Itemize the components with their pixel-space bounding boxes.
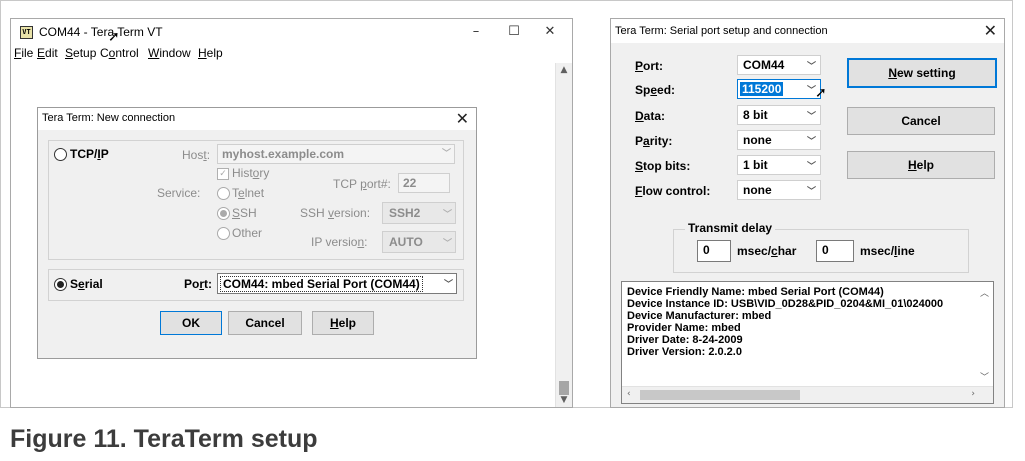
service-label: Service: <box>157 186 201 200</box>
data-field-label: Data: <box>635 109 666 123</box>
chevron-down-icon: ﹀ <box>806 62 816 72</box>
ssh-label: SSH <box>232 206 257 220</box>
minimize-button[interactable]: – <box>461 22 491 42</box>
line-delay-unit: msec/line <box>860 244 915 258</box>
ok-button[interactable]: OK <box>160 311 222 335</box>
chevron-down-icon: ﹀ <box>442 239 452 249</box>
chevron-down-icon: ﹀ <box>806 137 816 147</box>
menu-window[interactable]: Window <box>148 46 191 60</box>
info-scroll-thumb[interactable] <box>640 390 800 400</box>
help-button[interactable]: Help <box>312 311 374 335</box>
device-info-box[interactable]: Device Friendly Name: mbed Serial Port (… <box>621 281 994 404</box>
menu-help[interactable]: Help <box>198 46 223 60</box>
serial-setup-close-button[interactable]: ✕ <box>984 21 997 40</box>
flow-control-field-label: Flow control: <box>635 184 711 198</box>
port-combo[interactable]: COM44 ﹀ <box>737 55 821 75</box>
chevron-down-icon: ﹀ <box>806 112 816 122</box>
stop-bits-field-label: Stop bits: <box>635 159 691 173</box>
cancel-button[interactable]: Cancel <box>847 107 995 135</box>
info-horizontal-scrollbar[interactable]: ‹ › <box>622 386 993 403</box>
scroll-right-icon[interactable]: › <box>971 389 975 399</box>
new-connection-title: Tera Term: New connection <box>42 112 176 124</box>
close-button[interactable]: ✕ <box>535 22 565 42</box>
chevron-down-icon: ﹀ <box>806 162 816 172</box>
parity-combo[interactable]: none ﹀ <box>737 130 821 150</box>
tcpip-label: TCP/IP <box>70 147 109 161</box>
chevron-down-icon: ﹀ <box>806 187 816 197</box>
ssh-radio[interactable] <box>217 207 230 220</box>
maximize-button[interactable]: ☐ <box>499 22 529 42</box>
serial-label: Serial <box>70 277 103 291</box>
device-instance-id: Device Instance ID: USB\VID_0D28&PID_020… <box>627 298 944 310</box>
telnet-radio[interactable] <box>217 187 230 200</box>
vertical-scrollbar[interactable]: ▲ ▼ <box>555 63 572 407</box>
speed-field-label: Speed: <box>635 83 676 97</box>
new-connection-dialog: Tera Term: New connection ✕ TCP/IP Host:… <box>37 107 477 359</box>
info-scroll-down-icon[interactable]: ﹀ <box>980 370 989 383</box>
menu-setup[interactable]: Setup <box>65 46 96 60</box>
info-scroll-up-icon[interactable]: ︿ <box>980 286 989 299</box>
stop-bits-combo[interactable]: 1 bit ﹀ <box>737 155 821 175</box>
serial-setup-title: Tera Term: Serial port setup and connect… <box>615 25 828 37</box>
menu-file[interactable]: File <box>14 46 33 60</box>
scroll-thumb[interactable] <box>559 381 569 395</box>
flow-control-combo[interactable]: none ﹀ <box>737 180 821 200</box>
figure-caption: Figure 11. TeraTerm setup <box>10 425 318 453</box>
char-delay-input[interactable]: 0 <box>697 240 731 262</box>
port-field-label: Port: <box>635 59 664 73</box>
tera-term-main-window: VT COM44 - Tera Term VT – ☐ ✕ ➚ File Edi… <box>10 18 573 408</box>
tcp-port-field[interactable]: 22 <box>398 173 450 193</box>
new-connection-title-bar: Tera Term: New connection ✕ <box>38 108 476 130</box>
host-combo[interactable]: myhost.example.com ﹀ <box>217 144 455 164</box>
new-connection-close-button[interactable]: ✕ <box>456 109 469 128</box>
tcpip-radio[interactable] <box>54 148 67 161</box>
speed-combo[interactable]: 115200 ﹀ <box>737 79 821 99</box>
scroll-up-arrow-icon[interactable]: ▲ <box>556 65 572 75</box>
mouse-pointer-icon: ➚ <box>815 85 827 101</box>
chevron-down-icon: ﹀ <box>442 210 452 220</box>
tcp-port-label: TCP port#: <box>333 177 391 191</box>
provider-name: Provider Name: mbed <box>627 322 741 334</box>
ssh-version-label: SSH version: <box>300 206 371 220</box>
driver-version: Driver Version: 2.0.2.0 <box>627 346 742 358</box>
ip-version-combo[interactable]: AUTO ﹀ <box>382 231 456 253</box>
data-combo[interactable]: 8 bit ﹀ <box>737 105 821 125</box>
device-friendly-name: Device Friendly Name: mbed Serial Port (… <box>627 286 884 298</box>
cancel-button[interactable]: Cancel <box>228 311 302 335</box>
other-radio[interactable] <box>217 227 230 240</box>
serial-radio[interactable] <box>54 278 67 291</box>
driver-date: Driver Date: 8-24-2009 <box>627 334 743 346</box>
serial-port-setup-dialog: Tera Term: Serial port setup and connect… <box>610 18 1005 408</box>
port-combo[interactable]: COM44: mbed Serial Port (COM44) ﹀ <box>217 273 457 294</box>
ip-version-label: IP version: <box>311 235 368 249</box>
menu-control[interactable]: Control <box>100 46 139 60</box>
char-delay-unit: msec/char <box>737 244 797 258</box>
parity-field-label: Parity: <box>635 134 673 148</box>
title-bar: VT COM44 - Tera Term VT – ☐ ✕ <box>11 19 572 45</box>
tera-term-app-icon: VT <box>20 26 33 39</box>
help-button[interactable]: Help <box>847 151 995 179</box>
transmit-delay-label: Transmit delay <box>685 221 776 235</box>
scroll-down-arrow-icon[interactable]: ▼ <box>556 395 572 405</box>
window-title: COM44 - Tera Term VT <box>39 25 163 39</box>
new-setting-button[interactable]: New setting <box>847 58 997 88</box>
serial-setup-title-bar: Tera Term: Serial port setup and connect… <box>611 19 1004 43</box>
chevron-down-icon: ﹀ <box>443 280 453 290</box>
line-delay-input[interactable]: 0 <box>816 240 854 262</box>
chevron-down-icon: ﹀ <box>441 149 451 159</box>
telnet-label: Telnet <box>232 186 265 200</box>
mouse-pointer-icon: ➚ <box>108 29 120 45</box>
port-label: Port: <box>184 277 213 291</box>
menu-bar: File Edit Setup Control Window Help <box>11 45 572 63</box>
history-checkbox[interactable]: ✓ <box>217 168 229 180</box>
device-manufacturer: Device Manufacturer: mbed <box>627 310 772 322</box>
host-label: Host: <box>182 148 211 162</box>
ssh-version-combo[interactable]: SSH2 ﹀ <box>382 202 456 224</box>
menu-edit[interactable]: Edit <box>37 46 58 60</box>
other-label: Other <box>232 226 263 240</box>
scroll-left-icon[interactable]: ‹ <box>627 389 631 399</box>
history-label: History <box>232 166 270 180</box>
